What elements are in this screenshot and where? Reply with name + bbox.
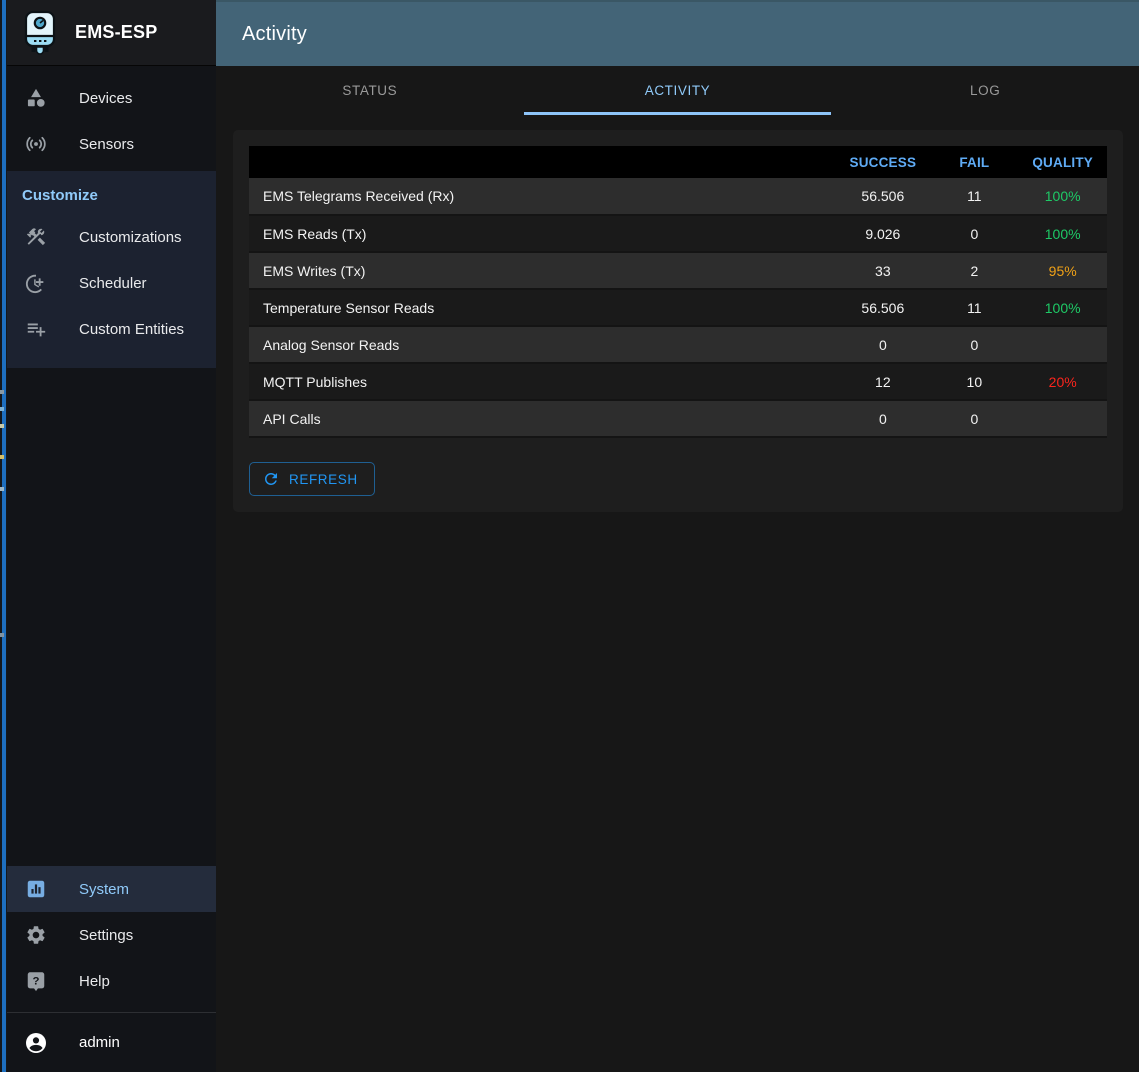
column-header-fail: FAIL bbox=[930, 146, 1018, 178]
sidebar-item-devices[interactable]: Devices bbox=[7, 75, 216, 121]
sidebar-item-label: System bbox=[79, 881, 129, 898]
sidebar-item-system[interactable]: System bbox=[7, 866, 216, 912]
column-header-name bbox=[249, 146, 835, 178]
gear-icon bbox=[24, 923, 48, 947]
tab-status[interactable]: STATUS bbox=[216, 66, 524, 115]
sidebar-item-custom-entities[interactable]: Custom Entities bbox=[7, 306, 216, 352]
metric-name: MQTT Publishes bbox=[249, 363, 835, 400]
activity-table: SUCCESS FAIL QUALITY EMS Telegrams Recei… bbox=[249, 146, 1107, 438]
sidebar: EMS-ESP Devices bbox=[7, 0, 216, 1072]
page-title: Activity bbox=[242, 23, 307, 46]
quality-value bbox=[1018, 326, 1107, 363]
table-row: Analog Sensor Reads 0 0 bbox=[249, 326, 1107, 363]
fail-value: 10 bbox=[930, 363, 1018, 400]
sidebar-item-label: Scheduler bbox=[79, 275, 147, 292]
quality-value bbox=[1018, 400, 1107, 437]
table-row: MQTT Publishes 12 10 20% bbox=[249, 363, 1107, 400]
sidebar-item-help[interactable]: ? Help bbox=[7, 958, 216, 1004]
success-value: 0 bbox=[835, 326, 930, 363]
success-value: 33 bbox=[835, 252, 930, 289]
quality-value: 100% bbox=[1018, 178, 1107, 215]
sidebar-item-customizations[interactable]: Customizations bbox=[7, 214, 216, 260]
appbar: Activity bbox=[216, 0, 1139, 66]
more-time-icon bbox=[24, 271, 48, 295]
success-value: 9.026 bbox=[835, 215, 930, 252]
table-header-row: SUCCESS FAIL QUALITY bbox=[249, 146, 1107, 178]
boiler-icon bbox=[23, 10, 57, 56]
fail-value: 2 bbox=[930, 252, 1018, 289]
quality-value: 95% bbox=[1018, 252, 1107, 289]
sensors-icon bbox=[24, 132, 48, 156]
sidebar-spacer bbox=[7, 368, 216, 866]
success-value: 12 bbox=[835, 363, 930, 400]
sidebar-customize-section: Customize Customizations bbox=[7, 171, 216, 368]
success-value: 56.506 bbox=[835, 178, 930, 215]
metric-name: API Calls bbox=[249, 400, 835, 437]
category-icon bbox=[24, 86, 48, 110]
metric-name: Analog Sensor Reads bbox=[249, 326, 835, 363]
sidebar-item-label: Custom Entities bbox=[79, 321, 184, 338]
column-header-success: SUCCESS bbox=[835, 146, 930, 178]
sidebar-item-settings[interactable]: Settings bbox=[7, 912, 216, 958]
app-name: EMS-ESP bbox=[75, 22, 157, 43]
main-content: Activity STATUS ACTIVITY LOG SUCCESS FAI… bbox=[216, 0, 1139, 1072]
user-name: admin bbox=[79, 1034, 120, 1051]
edge-speck bbox=[0, 407, 4, 411]
tab-activity[interactable]: ACTIVITY bbox=[524, 66, 832, 115]
sidebar-bottom-nav: System Settings ? Help bbox=[7, 866, 216, 1004]
playlist-add-icon bbox=[24, 317, 48, 341]
sidebar-item-label: Help bbox=[79, 973, 110, 990]
edge-blue-line bbox=[2, 0, 6, 1072]
quality-value: 100% bbox=[1018, 289, 1107, 326]
fail-value: 0 bbox=[930, 215, 1018, 252]
sidebar-item-label: Sensors bbox=[79, 136, 134, 153]
table-row: API Calls 0 0 bbox=[249, 400, 1107, 437]
table-row: Temperature Sensor Reads 56.506 11 100% bbox=[249, 289, 1107, 326]
column-header-quality: QUALITY bbox=[1018, 146, 1107, 178]
table-row: EMS Writes (Tx) 33 2 95% bbox=[249, 252, 1107, 289]
app-window: EMS-ESP Devices bbox=[0, 0, 1139, 1072]
metric-name: EMS Writes (Tx) bbox=[249, 252, 835, 289]
tab-bar: STATUS ACTIVITY LOG bbox=[216, 66, 1139, 115]
sidebar-item-sensors[interactable]: Sensors bbox=[7, 121, 216, 167]
table-row: EMS Telegrams Received (Rx) 56.506 11 10… bbox=[249, 178, 1107, 215]
sidebar-item-label: Devices bbox=[79, 90, 132, 107]
analytics-icon bbox=[24, 877, 48, 901]
table-row: EMS Reads (Tx) 9.026 0 100% bbox=[249, 215, 1107, 252]
metric-name: EMS Telegrams Received (Rx) bbox=[249, 178, 835, 215]
edge-speck bbox=[0, 390, 4, 394]
edge-speck bbox=[0, 455, 4, 459]
fail-value: 11 bbox=[930, 289, 1018, 326]
edge-speck bbox=[0, 633, 4, 637]
window-edge-strip bbox=[0, 0, 7, 1072]
refresh-icon bbox=[262, 470, 280, 488]
sidebar-item-scheduler[interactable]: Scheduler bbox=[7, 260, 216, 306]
refresh-button-label: REFRESH bbox=[289, 472, 358, 487]
refresh-button[interactable]: REFRESH bbox=[249, 462, 375, 496]
customize-section-header: Customize bbox=[7, 171, 216, 214]
metric-name: Temperature Sensor Reads bbox=[249, 289, 835, 326]
fail-value: 11 bbox=[930, 178, 1018, 215]
app-logo-row: EMS-ESP bbox=[7, 0, 216, 66]
tab-log[interactable]: LOG bbox=[831, 66, 1139, 115]
quality-value: 20% bbox=[1018, 363, 1107, 400]
edge-speck bbox=[0, 424, 4, 428]
quality-value: 100% bbox=[1018, 215, 1107, 252]
success-value: 0 bbox=[835, 400, 930, 437]
metric-name: EMS Reads (Tx) bbox=[249, 215, 835, 252]
fail-value: 0 bbox=[930, 326, 1018, 363]
edge-speck bbox=[0, 487, 4, 491]
account-circle-icon bbox=[24, 1031, 48, 1055]
construction-icon bbox=[24, 225, 48, 249]
live-help-icon: ? bbox=[24, 969, 48, 993]
sidebar-item-label: Settings bbox=[79, 927, 133, 944]
sidebar-item-label: Customizations bbox=[79, 229, 182, 246]
svg-text:?: ? bbox=[33, 975, 40, 987]
sidebar-main-nav: Devices Sensors bbox=[7, 66, 216, 171]
activity-card: SUCCESS FAIL QUALITY EMS Telegrams Recei… bbox=[233, 130, 1123, 512]
fail-value: 0 bbox=[930, 400, 1018, 437]
sidebar-user-admin[interactable]: admin bbox=[7, 1013, 216, 1072]
success-value: 56.506 bbox=[835, 289, 930, 326]
